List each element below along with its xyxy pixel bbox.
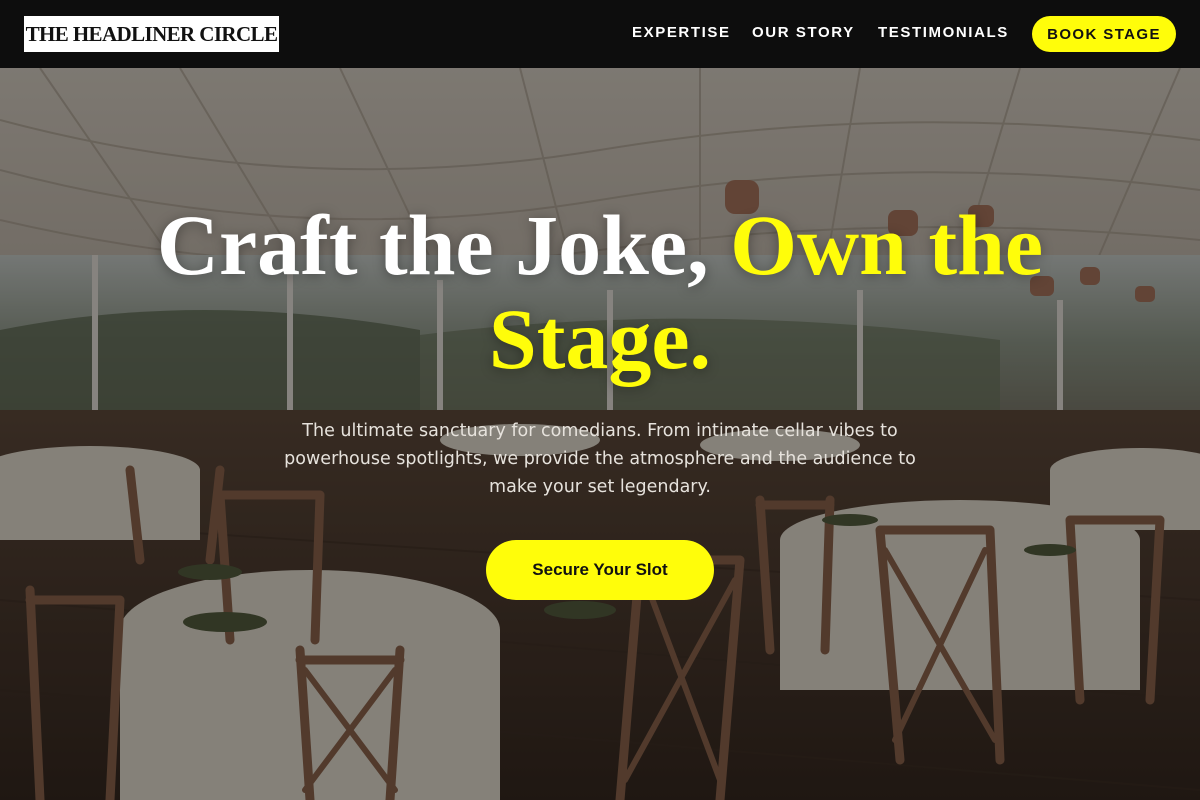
site-header: THE HEADLINER CIRCLE EXPERTISE OUR STORY…: [0, 0, 1200, 68]
nav-link-our-story[interactable]: OUR STORY: [752, 24, 855, 41]
hero-title-main: Craft the Joke,: [156, 197, 731, 293]
secure-your-slot-button[interactable]: Secure Your Slot: [486, 540, 714, 600]
site-logo[interactable]: THE HEADLINER CIRCLE: [24, 16, 279, 52]
hero-title: Craft the Joke, Own the Stage.: [100, 198, 1100, 386]
hero-subtitle: The ultimate sanctuary for comedians. Fr…: [284, 421, 916, 497]
logo-text: THE HEADLINER CIRCLE: [25, 21, 278, 46]
book-stage-button[interactable]: BOOK STAGE: [1032, 16, 1176, 52]
hero-dark-overlay: [0, 0, 1200, 800]
nav-link-expertise[interactable]: EXPERTISE: [632, 24, 731, 41]
nav-link-testimonials[interactable]: TESTIMONIALS: [878, 24, 1009, 41]
